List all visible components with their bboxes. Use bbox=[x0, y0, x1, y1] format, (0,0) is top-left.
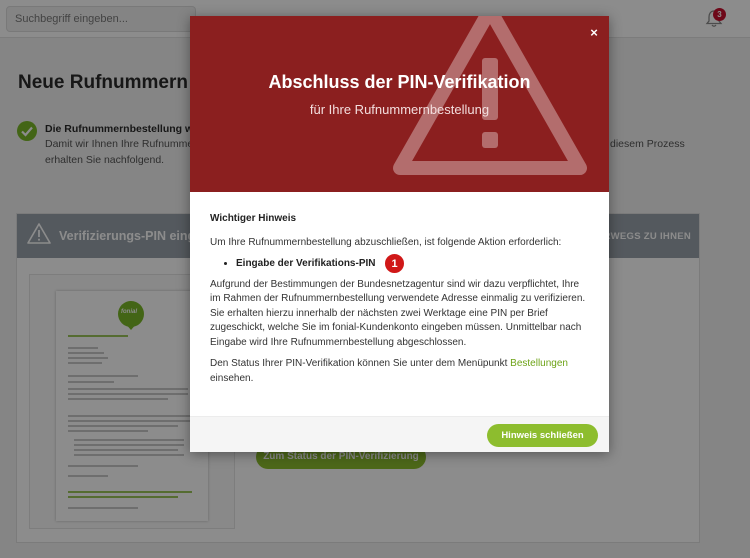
notice-paragraph: Aufgrund der Bestimmungen der Bundesnetz… bbox=[210, 278, 586, 348]
action-item: Eingabe der Verifikations-PIN 1 bbox=[236, 253, 590, 274]
step-badge: 1 bbox=[384, 253, 405, 274]
close-icon[interactable]: × bbox=[586, 25, 602, 41]
status-text: Den Status Ihrer PIN-Verifikation können… bbox=[210, 358, 511, 369]
notice-intro: Um Ihre Rufnummernbestellung abzuschließ… bbox=[210, 236, 562, 248]
notice-heading: Wichtiger Hinweis bbox=[210, 213, 297, 224]
modal-title: Abschluss der PIN-Verifikation bbox=[268, 72, 531, 92]
warning-triangle-icon bbox=[393, 16, 587, 175]
modal-body: Wichtiger Hinweis Um Ihre Rufnummernbest… bbox=[210, 212, 590, 393]
action-list: Eingabe der Verifikations-PIN 1 bbox=[236, 253, 590, 274]
status-paragraph: Den Status Ihrer PIN-Verifikation können… bbox=[210, 357, 590, 386]
orders-link[interactable]: Bestellungen bbox=[510, 358, 568, 369]
pin-verification-modal: Abschluss der PIN-Verifikation für Ihre … bbox=[190, 16, 609, 452]
action-item-label: Eingabe der Verifikations-PIN bbox=[236, 258, 376, 269]
close-notice-button[interactable]: Hinweis schließen bbox=[487, 424, 598, 447]
modal-footer: Hinweis schließen bbox=[190, 416, 609, 452]
modal-header: Abschluss der PIN-Verifikation für Ihre … bbox=[190, 16, 609, 192]
status-text-end: einsehen. bbox=[210, 372, 254, 384]
modal-subtitle: für Ihre Rufnummernbestellung bbox=[309, 102, 490, 117]
